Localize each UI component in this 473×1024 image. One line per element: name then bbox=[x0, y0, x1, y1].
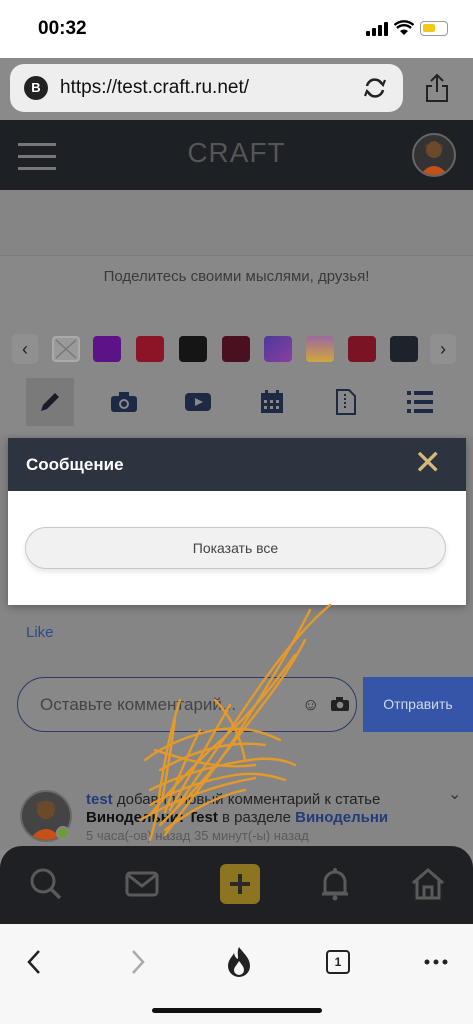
modal-title: Сообщение bbox=[26, 455, 124, 474]
bell-icon[interactable] bbox=[315, 864, 355, 904]
home-indicator bbox=[152, 1008, 322, 1013]
tabs-icon[interactable]: 1 bbox=[318, 942, 358, 982]
close-icon[interactable]: ✕ bbox=[414, 446, 443, 480]
comment-placeholder: Оставьте комментарий... bbox=[40, 695, 237, 714]
color-swatch-black[interactable] bbox=[179, 336, 207, 362]
comment-input[interactable]: Оставьте комментарий... ☺ bbox=[17, 677, 357, 732]
feed-line-1: test добавил новый комментарий к статье bbox=[86, 791, 380, 808]
color-swatch-dark[interactable] bbox=[390, 336, 418, 362]
more-icon[interactable] bbox=[416, 942, 456, 982]
home-icon[interactable] bbox=[408, 864, 448, 904]
share-icon[interactable] bbox=[424, 72, 450, 104]
message-modal: Сообщение ✕ Показать все bbox=[8, 438, 466, 605]
flame-icon[interactable] bbox=[219, 942, 259, 982]
feed-action: добавил новый комментарий к статье bbox=[116, 791, 381, 808]
feed-section-link[interactable]: Винодельни bbox=[295, 809, 388, 826]
battery-icon bbox=[420, 21, 448, 36]
forward-icon[interactable] bbox=[118, 942, 158, 982]
bottom-nav bbox=[0, 846, 473, 924]
emoji-icon[interactable]: ☺ bbox=[302, 695, 319, 715]
reload-icon[interactable] bbox=[362, 76, 388, 100]
composer-toolbar bbox=[26, 378, 446, 426]
color-picker: ‹ › bbox=[12, 334, 462, 364]
wifi-icon bbox=[394, 20, 414, 35]
pencil-icon[interactable] bbox=[26, 378, 74, 426]
color-swatch-pattern[interactable] bbox=[348, 336, 376, 362]
camera-icon[interactable] bbox=[100, 378, 148, 426]
feed-timestamp: 5 часа(-ов) назад 35 минут(-ы) назад bbox=[86, 828, 309, 843]
add-icon[interactable] bbox=[220, 864, 260, 904]
status-time: 00:32 bbox=[38, 18, 87, 39]
feed-in-section: в разделе bbox=[222, 809, 291, 826]
camera-icon[interactable] bbox=[330, 696, 350, 712]
file-icon[interactable] bbox=[322, 378, 370, 426]
video-icon[interactable] bbox=[174, 378, 222, 426]
site-logo[interactable]: CRAFT bbox=[0, 137, 473, 169]
color-swatch-red[interactable] bbox=[136, 336, 164, 362]
color-swatch-gradient-violet[interactable] bbox=[264, 336, 292, 362]
composer-placeholder[interactable]: Поделитесь своими мыслями, друзья! bbox=[0, 268, 473, 285]
user-avatar[interactable] bbox=[412, 133, 456, 177]
url-text[interactable]: https://test.craft.ru.net/ bbox=[60, 77, 249, 99]
show-all-button[interactable]: Показать все bbox=[25, 527, 446, 569]
status-bar: 00:32 bbox=[0, 0, 473, 58]
feed-article-link[interactable]: Винодельни: Test bbox=[86, 809, 218, 826]
chevron-down-icon[interactable]: ⌄ bbox=[448, 784, 461, 804]
back-icon[interactable] bbox=[14, 942, 54, 982]
chevron-right-icon[interactable]: › bbox=[430, 334, 456, 364]
color-swatch-purple[interactable] bbox=[93, 336, 121, 362]
feed-line-2: Винодельни: Test в разделе Винодельни bbox=[86, 809, 388, 826]
feed-user-link[interactable]: test bbox=[86, 791, 113, 808]
address-bar[interactable]: B https://test.craft.ru.net/ bbox=[10, 64, 403, 112]
color-swatch-maroon[interactable] bbox=[222, 336, 250, 362]
send-button[interactable]: Отправить bbox=[363, 677, 473, 732]
modal-header: Сообщение ✕ bbox=[8, 438, 466, 491]
list-icon[interactable] bbox=[396, 378, 444, 426]
site-badge-icon: B bbox=[24, 76, 48, 100]
signal-icon bbox=[366, 22, 388, 36]
color-swatch-none[interactable] bbox=[52, 336, 80, 362]
search-icon[interactable] bbox=[26, 864, 66, 904]
online-indicator bbox=[56, 826, 70, 840]
color-swatch-gradient-gold[interactable] bbox=[306, 336, 334, 362]
mail-icon[interactable] bbox=[122, 864, 162, 904]
chevron-left-icon[interactable]: ‹ bbox=[12, 334, 38, 364]
like-button[interactable]: Like bbox=[26, 624, 54, 641]
calendar-icon[interactable] bbox=[248, 378, 296, 426]
